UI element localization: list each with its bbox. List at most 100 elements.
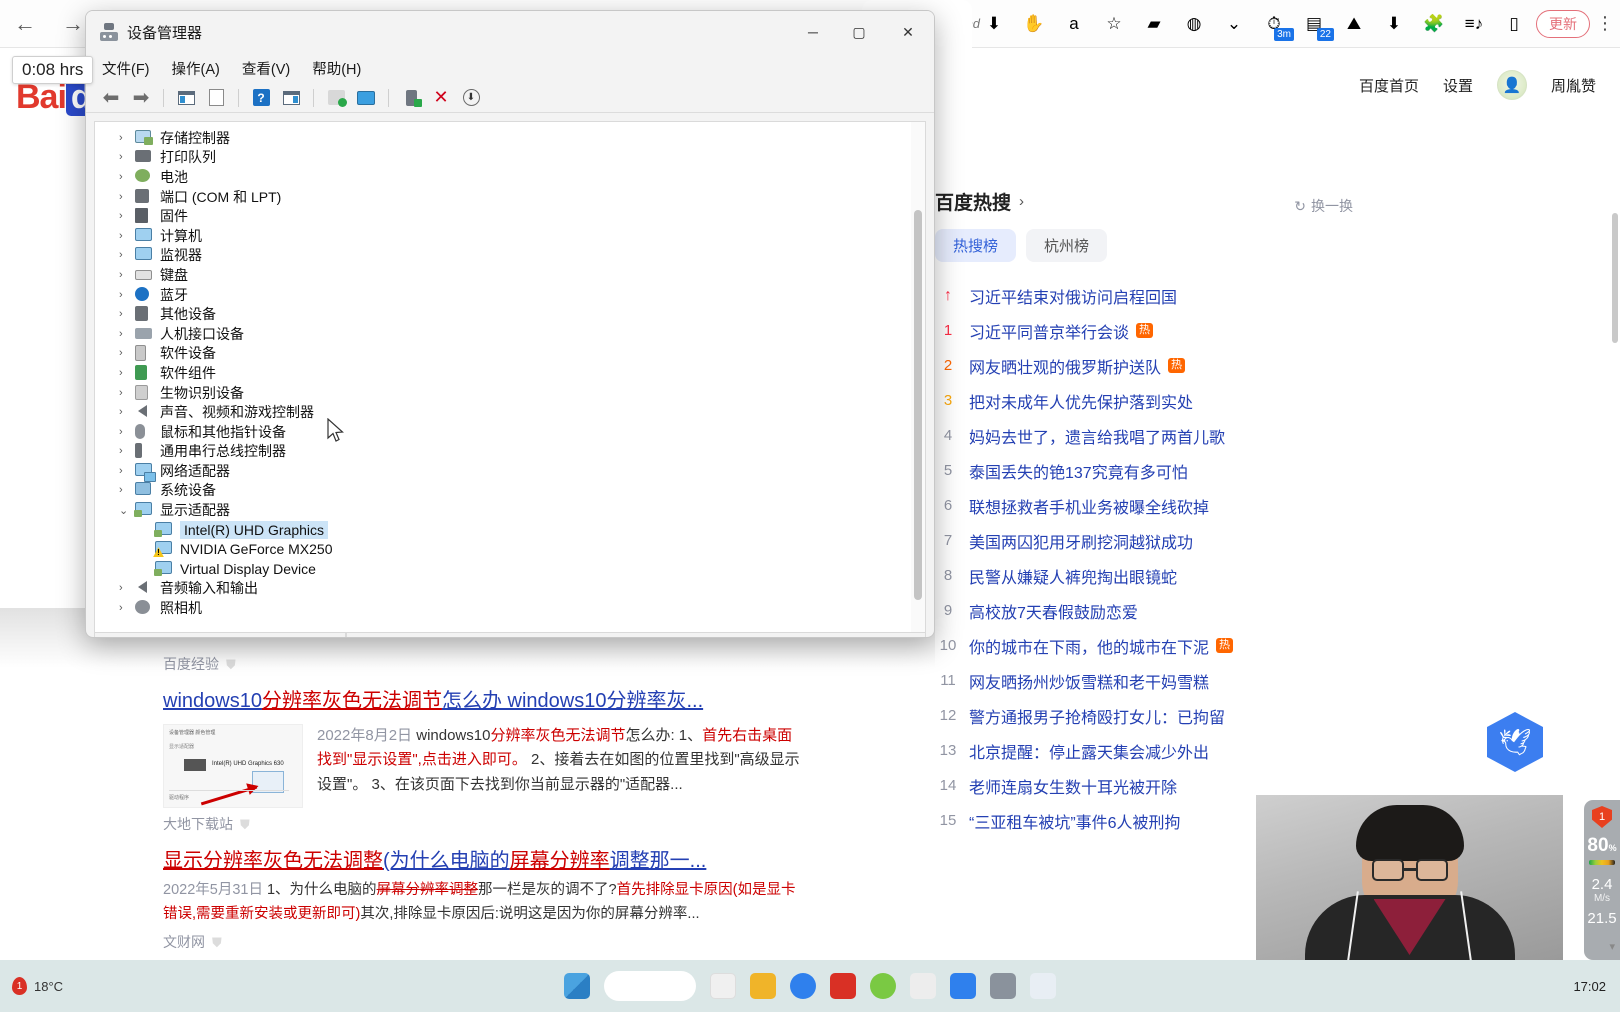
page-scrollbar[interactable]: [1612, 213, 1618, 343]
taskbar-search-box[interactable]: [604, 971, 696, 1001]
chevron-right-icon[interactable]: ›: [1019, 193, 1024, 210]
back-icon[interactable]: ⬅: [98, 87, 124, 109]
device-tree-node[interactable]: › 其他设备: [95, 304, 925, 324]
device-manager-taskbar-icon[interactable]: [990, 973, 1016, 999]
chevron-right-icon[interactable]: ›: [119, 269, 135, 281]
hot-search-text[interactable]: 妈妈去世了，遗言给我唱了两首儿歌: [969, 424, 1225, 448]
hot-search-text[interactable]: 网友晒扬州炒饭雪糕和老干妈雪糕: [969, 669, 1209, 693]
clock[interactable]: 17:02: [1573, 979, 1606, 994]
result-title-2[interactable]: 显示分辨率灰色无法调整(为什么电脑的屏幕分辨率调整那一...: [163, 848, 803, 874]
menu-view[interactable]: 查看(V): [242, 58, 290, 79]
hot-search-item[interactable]: ↑ 习近平结束对俄访问启程回国: [935, 278, 1335, 313]
close-button[interactable]: ✕: [882, 11, 934, 53]
folder-app-icon[interactable]: [950, 973, 976, 999]
device-tree-node[interactable]: › 音频输入和输出: [95, 579, 925, 599]
tab-hangzhou-list[interactable]: 杭州榜: [1026, 229, 1108, 262]
baidu-home-link[interactable]: 百度首页: [1359, 75, 1419, 96]
refresh-hot-search-button[interactable]: ↻ 换一换: [1294, 196, 1353, 216]
menu-file[interactable]: 文件(F): [102, 58, 150, 79]
user-name[interactable]: 周胤赞: [1551, 75, 1596, 96]
pdf-reader-icon[interactable]: [830, 973, 856, 999]
maximize-button[interactable]: ▢: [836, 11, 882, 53]
chevron-right-icon[interactable]: ›: [119, 387, 135, 399]
chevron-right-icon[interactable]: ›: [119, 249, 135, 261]
device-tree-node[interactable]: › 键盘: [95, 265, 925, 285]
device-tree-node[interactable]: Virtual Display Device: [95, 559, 925, 579]
chevron-right-icon[interactable]: ›: [119, 191, 135, 203]
menu-action[interactable]: 操作(A): [172, 58, 220, 79]
store-app-icon[interactable]: [910, 973, 936, 999]
hot-search-text[interactable]: 警方通报男子抢椅殴打女儿：已拘留: [969, 704, 1225, 728]
device-tree-node[interactable]: › 电池: [95, 167, 925, 187]
baidu-settings-link[interactable]: 设置: [1443, 75, 1473, 96]
hot-search-item[interactable]: 2 网友晒壮观的俄罗斯护送队热: [935, 348, 1335, 383]
counter-icon[interactable]: ▤ 22: [1300, 10, 1334, 41]
device-tree-node[interactable]: › 软件设备: [95, 344, 925, 364]
help-icon[interactable]: ?: [248, 87, 274, 109]
device-tree-node[interactable]: › 生物识别设备: [95, 383, 925, 403]
uninstall-device-icon[interactable]: ✕: [428, 87, 454, 109]
bookmark-star-icon[interactable]: ☆: [1100, 10, 1128, 38]
device-tree-node[interactable]: › 固件: [95, 206, 925, 226]
device-tree-node[interactable]: › 声音、视频和游戏控制器: [95, 402, 925, 422]
device-tree-node[interactable]: › 打印队列: [95, 148, 925, 168]
green-note-icon[interactable]: ▰: [1140, 10, 1168, 38]
device-tree-node[interactable]: ⌄ 显示适配器: [95, 500, 925, 520]
device-tree-node[interactable]: › 系统设备: [95, 481, 925, 501]
browser-menu-button[interactable]: ⋮: [1590, 13, 1620, 34]
chevron-right-icon[interactable]: ›: [119, 289, 135, 301]
minimize-button[interactable]: ─: [790, 11, 836, 53]
hot-search-item[interactable]: 11 网友晒扬州炒饭雪糕和老干妈雪糕: [935, 663, 1335, 698]
browser-taskbar-icon[interactable]: [1030, 973, 1056, 999]
disable-device-icon[interactable]: ⬇: [458, 87, 484, 109]
hot-search-item[interactable]: 12 警方通报男子抢椅殴打女儿：已拘留: [935, 698, 1335, 733]
chevron-right-icon[interactable]: ›: [119, 132, 135, 144]
hot-search-item[interactable]: 13 北京提醒：停止露天集会减少外出: [935, 733, 1335, 768]
taskbar-weather[interactable]: 1 18°C: [12, 977, 63, 995]
chevron-right-icon[interactable]: ›: [119, 465, 135, 477]
hot-search-item[interactable]: 8 民警从嫌疑人裤兜掏出眼镜蛇: [935, 558, 1335, 593]
update-driver-icon[interactable]: [353, 87, 379, 109]
result-title-1[interactable]: windows10分辨率灰色无法调节怎么办 windows10分辨率灰...: [163, 688, 803, 714]
security-shield-icon[interactable]: 1: [1592, 806, 1612, 828]
chevron-right-icon[interactable]: ›: [119, 367, 135, 379]
hot-search-text[interactable]: 网友晒壮观的俄罗斯护送队: [969, 354, 1161, 378]
adblock-icon[interactable]: ✋: [1020, 10, 1048, 38]
properties-page-icon[interactable]: [203, 87, 229, 109]
mountain-icon[interactable]: ⛰: [1340, 10, 1368, 38]
chevron-right-icon[interactable]: ›: [119, 328, 135, 340]
hot-search-text[interactable]: 你的城市在下雨，他的城市在下泥: [969, 634, 1209, 658]
hot-search-item[interactable]: 1 习近平同普京举行会谈热: [935, 313, 1335, 348]
double-chevron-down-icon[interactable]: ⌄: [1220, 10, 1248, 38]
forward-button[interactable]: →: [62, 12, 84, 35]
start-button-icon[interactable]: [564, 973, 590, 999]
update-button[interactable]: 更新: [1536, 9, 1590, 38]
hot-search-item[interactable]: 6 联想拯救者手机业务被曝全线砍掉: [935, 488, 1335, 523]
scroll-down-caret-icon[interactable]: ▾: [1609, 940, 1615, 953]
device-tree-node[interactable]: › 存储控制器: [95, 128, 925, 148]
timer-icon[interactable]: ⏱ 3m: [1260, 10, 1294, 41]
enable-device-icon[interactable]: [398, 87, 424, 109]
hot-search-text[interactable]: 老师连扇女生数十耳光被开除: [969, 774, 1177, 798]
chevron-right-icon[interactable]: ›: [119, 171, 135, 183]
chevron-right-icon[interactable]: ›: [119, 308, 135, 320]
result-thumbnail[interactable]: 设备管理器 颜色管理 显示适配器 Intel(R) UHD Graphics 6…: [163, 724, 303, 808]
hot-search-text[interactable]: 高校放7天春假鼓励恋爱: [969, 599, 1138, 623]
hot-search-text[interactable]: 习近平结束对俄访问启程回国: [969, 284, 1177, 308]
hot-search-text[interactable]: 民警从嫌疑人裤兜掏出眼镜蛇: [969, 564, 1177, 588]
device-tree-scrollbar[interactable]: [911, 122, 925, 632]
show-properties-icon[interactable]: [173, 87, 199, 109]
chevron-right-icon[interactable]: ›: [119, 151, 135, 163]
hot-search-item[interactable]: 5 泰国丢失的铯137究竟有多可怕: [935, 453, 1335, 488]
scrollbar-thumb[interactable]: [914, 210, 922, 600]
hot-search-text[interactable]: “三亚租车被坑”事件6人被刑拘: [969, 809, 1181, 833]
scan-hardware-changes-icon[interactable]: [323, 87, 349, 109]
hot-search-item[interactable]: 3 把对未成年人优先保护落到实处: [935, 383, 1335, 418]
playlist-icon[interactable]: ≡♪: [1460, 10, 1488, 38]
hot-search-text[interactable]: 北京提醒：停止露天集会减少外出: [969, 739, 1209, 763]
device-manager-window[interactable]: 设备管理器 ─ ▢ ✕ 文件(F) 操作(A) 查看(V) 帮助(H) ⬅ ➡ …: [85, 10, 935, 638]
device-tree-node[interactable]: › 人机接口设备: [95, 324, 925, 344]
chevron-right-icon[interactable]: ›: [119, 484, 135, 496]
device-tree-node[interactable]: › 照相机: [95, 598, 925, 618]
device-tree-node[interactable]: Intel(R) UHD Graphics: [95, 520, 925, 540]
